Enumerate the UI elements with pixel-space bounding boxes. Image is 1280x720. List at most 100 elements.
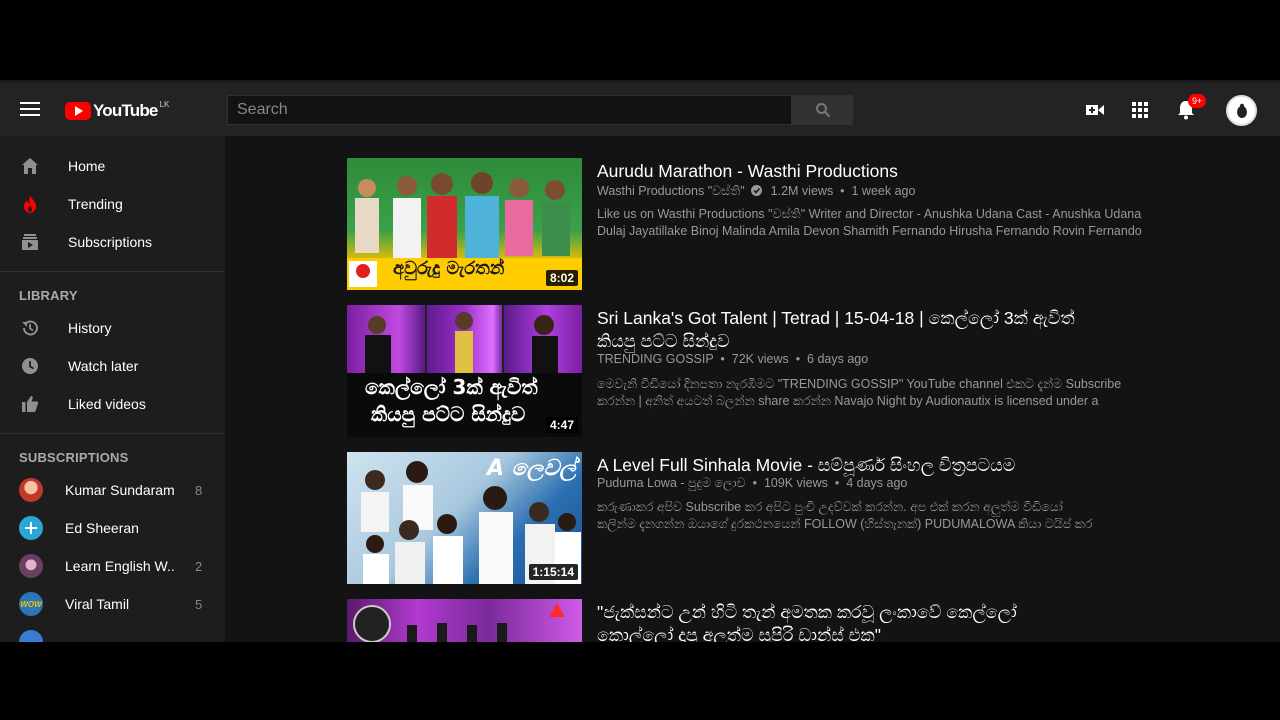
video-duration: 1:15:14 [528, 564, 578, 580]
video-title[interactable]: Aurudu Marathon - Wasthi Productions [597, 160, 1157, 183]
sidebar-item-home[interactable]: Home [0, 147, 225, 185]
notification-badge: 9+ [1188, 94, 1207, 108]
thumbnail-caption: A ලෙවල් [487, 456, 577, 481]
account-icon [1236, 103, 1247, 118]
description-line: Like us on Wasthi Productions "වස්ති" Wr… [597, 207, 1142, 221]
view-count: 109K views [763, 476, 828, 490]
meta-separator: • [831, 476, 843, 490]
video-title-line: කියපු පට්ට සින්දුව [597, 331, 730, 351]
subscription-label: Learn English W... [65, 558, 175, 574]
sidebar-item-trending[interactable]: Trending [0, 185, 225, 223]
sidebar-divider [0, 271, 225, 272]
video-meta: TRENDING GOSSIP • 72K views • 6 days ago [597, 352, 868, 366]
video-meta: Wasthi Productions "වස්ති" 1.2M views • … [597, 184, 915, 199]
sidebar: Home Trending Subscriptions LIBRARY Hist… [0, 136, 225, 642]
sidebar-item-liked-videos[interactable]: Liked videos [0, 385, 225, 423]
thumbs-up-icon [20, 394, 40, 414]
youtube-app: YouTube LK Search 9+ Home Trending Subsc… [0, 80, 1280, 642]
view-count: 1.2M views [770, 184, 834, 198]
sidebar-item-subscriptions[interactable]: Subscriptions [0, 223, 225, 261]
subscriptions-icon [20, 232, 40, 252]
video-list: අවුරුදු මැරතන් 8:02 Aurudu Marathon - Wa… [225, 136, 1280, 642]
subscription-item[interactable]: Kumar Sundaram 8 [0, 471, 225, 509]
channel-name[interactable]: Puduma Lowa - පුදුම ලොව [597, 476, 746, 490]
subscription-item[interactable]: WOW Viral Tamil 5 [0, 585, 225, 623]
video-thumbnail[interactable]: A ලෙවල් 1:15:14 [347, 452, 582, 584]
channel-avatar: WOW [19, 592, 43, 616]
thumbnail-performers-graphic [365, 305, 558, 373]
video-title[interactable]: Sri Lanka's Got Talent | Tetrad | 15-04-… [597, 307, 1157, 353]
menu-icon[interactable] [20, 102, 40, 118]
view-count: 72K views [731, 352, 789, 366]
video-thumbnail[interactable] [347, 599, 582, 642]
video-duration: 4:47 [545, 417, 578, 433]
logo-country: LK [159, 99, 170, 109]
create-video-icon[interactable] [1084, 99, 1106, 121]
video-title[interactable]: "ජැක්සන්ට උන් හිටි තැන් අමතක කරවූ ලංකාවේ… [597, 601, 1157, 642]
description-line: කරන්න | අනිත් අයටත් බලන්න share කරන්න Na… [597, 394, 1099, 408]
description-line: කලින්ම දැනගන්න ඔයාගේ දුරකථනයෙන් FOLLOW (… [597, 517, 1093, 531]
description-line: කරුණාකර අපිව Subscribe කර අපිට පුංචි උදව… [597, 500, 1063, 514]
youtube-logo[interactable]: YouTube LK [65, 100, 169, 122]
video-duration: 8:02 [545, 270, 578, 286]
subscription-item[interactable] [0, 623, 225, 642]
sidebar-item-label: Home [68, 158, 106, 174]
clock-icon [20, 356, 40, 376]
channel-avatar [19, 516, 43, 540]
thumbnail-caption: කෙල්ලෝ 3ක් ඇවිත් [365, 375, 538, 399]
meta-separator: • [716, 352, 729, 366]
video-title-line: Sri Lanka's Got Talent | Tetrad | 15-04-… [597, 308, 1075, 328]
channel-avatar [19, 478, 43, 502]
thumbnail-stage-graphic [407, 603, 565, 642]
meta-separator: • [836, 184, 849, 198]
video-title-line: Aurudu Marathon - Wasthi Productions [597, 161, 898, 181]
verified-check-icon [751, 185, 763, 196]
video-item[interactable]: අවුරුදු මැරතන් 8:02 Aurudu Marathon - Wa… [347, 158, 1147, 293]
video-description: Like us on Wasthi Productions "වස්ති" Wr… [597, 206, 1157, 240]
sidebar-item-label: Subscriptions [68, 234, 153, 250]
channel-name[interactable]: TRENDING GOSSIP [597, 352, 713, 366]
sidebar-item-label: Liked videos [68, 396, 146, 412]
new-video-count: 2 [195, 558, 203, 574]
video-title[interactable]: A Level Full Sinhala Movie - සම්පූර්ණ සි… [597, 454, 1157, 477]
subscription-item[interactable]: Learn English W... 2 [0, 547, 225, 585]
apps-grid-icon[interactable] [1129, 99, 1151, 121]
video-thumbnail[interactable]: කෙල්ලෝ 3ක් ඇවිත් කියපු පට්ට සින්දුව 4:47 [347, 305, 582, 437]
video-item[interactable]: A ලෙවල් 1:15:14 A Level Full Sinhala Mov… [347, 452, 1147, 587]
letterbox-top [0, 0, 1280, 80]
sidebar-item-label: Trending [68, 196, 123, 212]
search-input[interactable]: Search [227, 95, 792, 125]
flame-icon [20, 194, 40, 214]
subscription-item[interactable]: Ed Sheeran [0, 509, 225, 547]
account-avatar[interactable] [1226, 95, 1257, 126]
masthead: YouTube LK Search 9+ [0, 80, 1280, 136]
logo-text: YouTube [93, 101, 158, 120]
meta-separator: • [749, 476, 761, 490]
video-description: මෙවැනි වීඩියෝ දිනපතා නැරඹීමට "TRENDING G… [597, 376, 1157, 410]
video-meta: Puduma Lowa - පුදුම ලොව • 109K views • 4… [597, 476, 907, 491]
thumbnail-caption: කියපු පට්ට සින්දුව [371, 402, 526, 426]
subscription-label: Ed Sheeran [65, 520, 139, 536]
video-title-line: "ජැක්සන්ට උන් හිටි තැන් අමතක කරවූ ලංකාවේ… [597, 602, 1017, 622]
channel-name[interactable]: Wasthi Productions "වස්ති" [597, 184, 745, 198]
video-item[interactable]: කෙල්ලෝ 3ක් ඇවිත් කියපු පට්ට සින්දුව 4:47… [347, 305, 1147, 440]
library-heading: LIBRARY [19, 288, 78, 303]
search-icon [815, 103, 830, 118]
subscription-label: Kumar Sundaram [65, 482, 175, 498]
upload-age: 1 week ago [851, 184, 916, 198]
letterbox-bottom [0, 642, 1280, 720]
history-icon [20, 318, 40, 338]
search-button[interactable] [792, 95, 853, 125]
sidebar-divider [0, 433, 225, 434]
new-video-count: 8 [195, 482, 203, 498]
sidebar-item-history[interactable]: History [0, 309, 225, 347]
upload-age: 6 days ago [807, 352, 869, 366]
video-item[interactable]: "ජැක්සන්ට උන් හිටි තැන් අමතක කරවූ ලංකාවේ… [347, 599, 1147, 642]
subscriptions-heading: SUBSCRIPTIONS [19, 450, 129, 465]
sidebar-item-label: History [68, 320, 112, 336]
sidebar-item-watch-later[interactable]: Watch later [0, 347, 225, 385]
upload-age: 4 days ago [846, 476, 908, 490]
video-thumbnail[interactable]: අවුරුදු මැරතන් 8:02 [347, 158, 582, 290]
play-logo-icon [65, 102, 91, 120]
channel-avatar [19, 554, 43, 578]
